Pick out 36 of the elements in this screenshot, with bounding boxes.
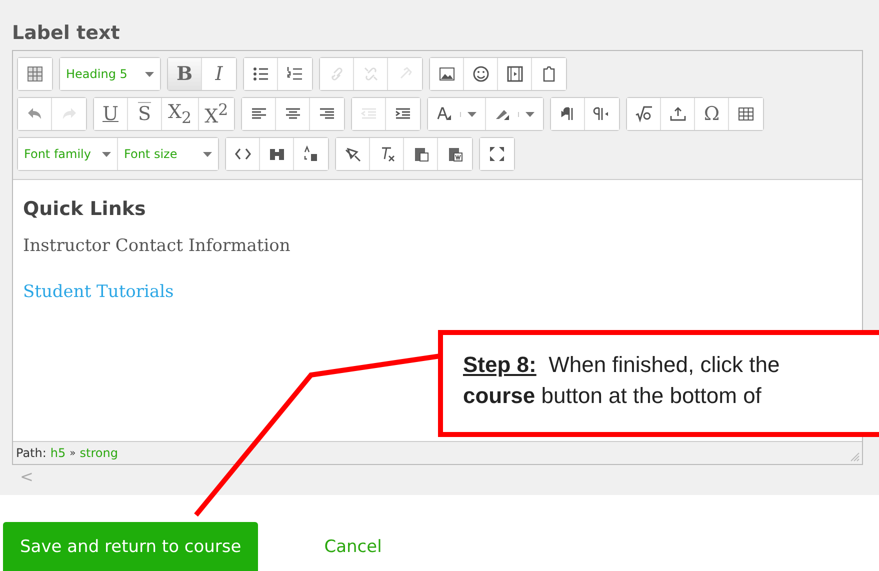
- toolbar-button[interactable]: [627, 98, 662, 130]
- content-heading: Quick Links: [23, 198, 147, 220]
- table-icon: [25, 64, 45, 84]
- caret-icon: [203, 152, 212, 156]
- field-label: Label text: [12, 22, 121, 44]
- scroll-left-arrow[interactable]: <: [20, 466, 34, 486]
- format-button[interactable]: U: [94, 98, 128, 130]
- format-dropdown[interactable]: Font family: [18, 138, 118, 170]
- content-link[interactable]: Student Tutorials: [23, 282, 174, 302]
- callout-text: Step 8: When finished, click the: [463, 351, 781, 379]
- square-root-icon: [634, 104, 654, 124]
- path-separator: »: [70, 448, 76, 458]
- caret-icon: [102, 152, 111, 156]
- fullscreen-icon: [487, 144, 507, 164]
- caret-icon: [145, 72, 154, 76]
- path-link[interactable]: h5: [50, 446, 66, 460]
- toolbar-button[interactable]: [226, 138, 260, 170]
- color-button[interactable]: [428, 98, 486, 130]
- path-label: Path:: [16, 446, 46, 460]
- toolbar-button[interactable]: [551, 98, 586, 130]
- format-dropdown[interactable]: Heading 5: [60, 58, 160, 90]
- toolbar-button[interactable]: [336, 138, 370, 170]
- path-link[interactable]: strong: [80, 446, 118, 460]
- toolbar-button[interactable]: [244, 58, 278, 90]
- toolbar-button[interactable]: [242, 98, 276, 130]
- smiley-icon: [470, 64, 490, 84]
- save-button[interactable]: Save and return to course: [3, 522, 258, 571]
- caret-icon: [518, 112, 538, 116]
- cancel-link[interactable]: Cancel: [324, 522, 382, 557]
- film-icon: [504, 64, 524, 84]
- format-button[interactable]: B: [168, 58, 202, 90]
- callout-text: course button at the bottom of: [463, 382, 762, 410]
- resize-grip-icon[interactable]: [850, 452, 860, 462]
- content-text: Instructor Contact Information: [23, 236, 292, 256]
- caret-icon: [460, 112, 480, 116]
- toolbar-button[interactable]: [430, 58, 464, 90]
